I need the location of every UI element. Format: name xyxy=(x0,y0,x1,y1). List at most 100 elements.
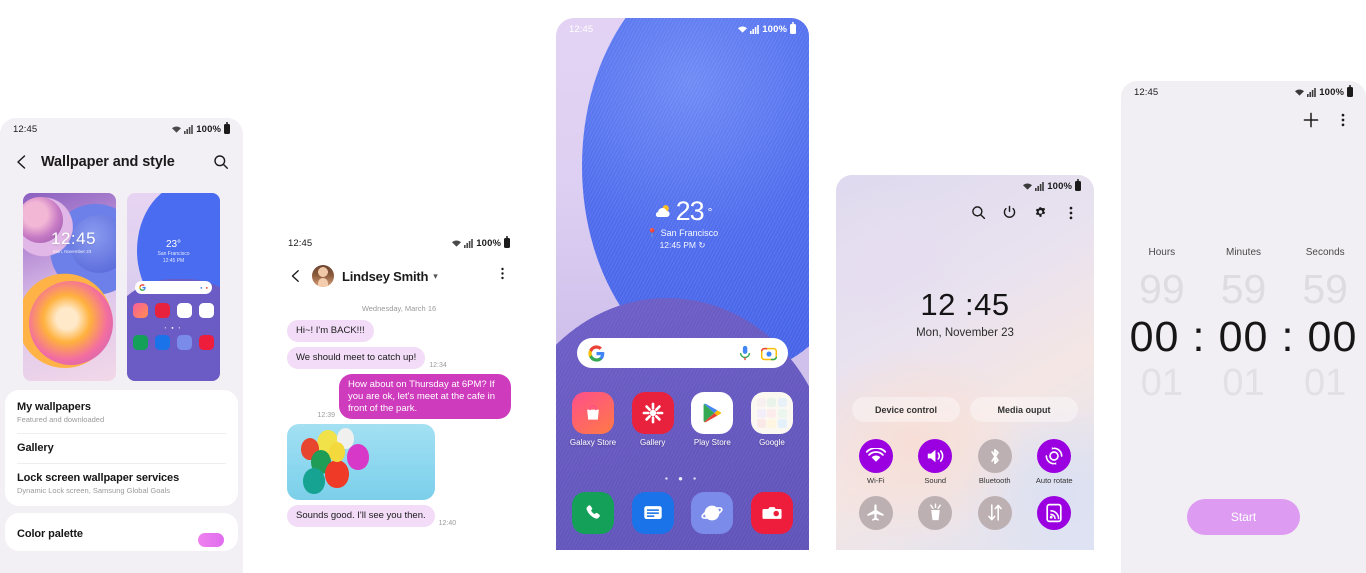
timer-separator: : xyxy=(1281,313,1295,361)
preview-app xyxy=(199,303,214,318)
phone-icon xyxy=(572,492,614,534)
ghost-seconds-below: 01 xyxy=(1304,362,1347,404)
app-internet[interactable] xyxy=(685,492,739,534)
device-control-button[interactable]: Device control xyxy=(852,397,960,422)
weather-widget[interactable]: 23 ° 📍 San Francisco 12:45 PM ↻ xyxy=(556,196,809,251)
preview-weather-temp: 23° xyxy=(165,239,182,250)
app-messages[interactable] xyxy=(626,492,680,534)
flashlight-icon xyxy=(918,495,953,530)
google-lens-icon[interactable] xyxy=(761,346,777,361)
status-icon-group xyxy=(451,238,474,248)
preview-app xyxy=(155,335,170,350)
battery-icon xyxy=(504,236,510,248)
dock-row xyxy=(566,492,799,534)
back-arrow-icon[interactable] xyxy=(14,154,30,170)
date-separator: Wednesday, March 16 xyxy=(361,304,437,313)
app-google-folder[interactable]: Google xyxy=(745,392,799,447)
more-vertical-icon[interactable] xyxy=(496,267,509,285)
status-indicators: 100% xyxy=(451,236,510,249)
tile-bluetooth[interactable]: Bluetooth xyxy=(965,439,1025,486)
list-item-color-palette[interactable]: Color palette xyxy=(5,519,238,549)
more-vertical-icon[interactable] xyxy=(1336,113,1350,127)
tile-wifi[interactable]: Wi-Fi xyxy=(846,439,906,486)
home-screen-preview[interactable]: 23° San Francisco 12:45 PM ● ● ▪ ● ▪ xyxy=(127,193,220,381)
clock-widget[interactable]: 12 :45 Mon, November 23 xyxy=(836,287,1094,339)
wallpaper-previews: 12:45 Mon, November 23 23° San Francisco… xyxy=(0,193,243,385)
weather-location-text: San Francisco xyxy=(660,228,719,238)
signal-icon xyxy=(750,24,760,34)
settings-list: My wallpapers Featured and downloaded Ga… xyxy=(0,390,243,573)
app-phone[interactable] xyxy=(566,492,620,534)
list-item-gallery[interactable]: Gallery xyxy=(5,433,238,463)
battery-icon xyxy=(1347,85,1353,97)
app-label: Galaxy Store xyxy=(569,438,617,447)
plus-icon[interactable] xyxy=(1302,111,1320,129)
list-item-title: Lock screen wallpaper services xyxy=(17,472,180,484)
list-item-title: My wallpapers xyxy=(17,401,91,413)
color-swatch[interactable] xyxy=(198,533,224,547)
tile-label: Auto rotate xyxy=(1035,476,1073,485)
search-icon[interactable] xyxy=(971,205,986,220)
ghost-hours-below: 01 xyxy=(1140,362,1183,404)
message-bubble-outgoing[interactable]: How about on Thursday at 6PM? If you are… xyxy=(339,373,511,420)
galaxy-store-icon xyxy=(572,392,614,434)
message-bubble-incoming[interactable]: We should meet to catch up! xyxy=(287,346,426,369)
list-item-my-wallpapers[interactable]: My wallpapers Featured and downloaded xyxy=(5,392,238,433)
microphone-icon[interactable] xyxy=(738,345,752,361)
message-timestamp: 12:40 xyxy=(438,520,457,528)
avatar[interactable] xyxy=(312,265,334,287)
status-icon-group xyxy=(1294,87,1317,97)
status-time: 12:45 xyxy=(288,237,313,249)
back-arrow-icon[interactable] xyxy=(289,269,303,283)
battery-percent: 100% xyxy=(476,237,501,249)
message-bubble-incoming[interactable]: Sounds good. I'll see you then. xyxy=(287,505,435,528)
chevron-down-icon[interactable]: ▾ xyxy=(433,271,438,282)
status-time: 12:45 xyxy=(13,123,38,135)
app-galaxy-store[interactable]: Galaxy Store xyxy=(566,392,620,447)
quick-settings-tiles: Wi-Fi Sound Bluetooth Auto rotate xyxy=(846,439,1084,544)
app-bar: Wallpaper and style xyxy=(0,142,243,182)
page-indicator[interactable]: ▪ ● ▪ xyxy=(556,474,809,483)
preview-app xyxy=(199,335,214,350)
balloons-photo[interactable] xyxy=(287,424,435,501)
app-play-store[interactable]: Play Store xyxy=(685,392,739,447)
ghost-minutes-above: 59 xyxy=(1220,266,1267,312)
ghost-hours-above: 99 xyxy=(1139,266,1185,312)
more-vertical-icon[interactable] xyxy=(1064,206,1078,220)
status-bar: 12:45 100% xyxy=(275,232,523,254)
google-search-bar[interactable] xyxy=(577,338,788,368)
tile-label: Sound xyxy=(924,476,947,485)
media-output-button[interactable]: Media ouput xyxy=(970,397,1078,422)
wifi-icon xyxy=(1294,89,1304,96)
tile-mobile-data[interactable] xyxy=(965,495,1025,534)
battery-percent: 100% xyxy=(762,23,787,35)
timer-value[interactable]: 00 : 00 : 00 xyxy=(1121,313,1366,362)
status-indicators: 100% xyxy=(171,122,230,135)
camera-icon xyxy=(750,492,793,534)
search-icon[interactable] xyxy=(213,154,229,170)
tile-auto-rotate[interactable]: Auto rotate xyxy=(1025,439,1085,486)
timer-ghost-values-below[interactable]: 01 01 01 xyxy=(1121,362,1366,405)
app-camera[interactable] xyxy=(745,492,799,534)
preview-lock-time: 12:45 xyxy=(51,229,97,248)
balloon xyxy=(325,460,349,489)
app-gallery[interactable]: Gallery xyxy=(626,392,680,447)
mockup-stage: 12:45 100% Wallpaper and style 12:45 Mon… xyxy=(0,0,1366,573)
wifi-icon xyxy=(737,26,747,33)
status-indicators: 100% xyxy=(1294,85,1353,98)
start-button[interactable]: Start xyxy=(1187,499,1300,535)
tile-flashlight[interactable] xyxy=(906,495,966,534)
tile-airplane-mode[interactable] xyxy=(846,495,906,534)
message-bubble-incoming[interactable]: Hi~! I'm BACK!!! xyxy=(287,320,374,342)
list-item-lock-screen-wallpaper-services[interactable]: Lock screen wallpaper services Dynamic L… xyxy=(5,463,238,504)
tile-sound[interactable]: Sound xyxy=(906,439,966,486)
gear-icon[interactable] xyxy=(1033,205,1048,220)
tile-nfc[interactable] xyxy=(1025,495,1085,534)
lock-screen-preview[interactable]: 12:45 Mon, November 23 xyxy=(23,193,116,381)
power-icon[interactable] xyxy=(1002,205,1017,220)
signal-icon xyxy=(184,124,194,134)
timer-ghost-values-above[interactable]: 99 59 59 xyxy=(1121,266,1366,313)
timer-actions: Start xyxy=(1121,499,1366,535)
status-icon-group xyxy=(737,24,760,34)
message-row: Sounds good. I'll see you then. 12:40 xyxy=(287,505,511,528)
